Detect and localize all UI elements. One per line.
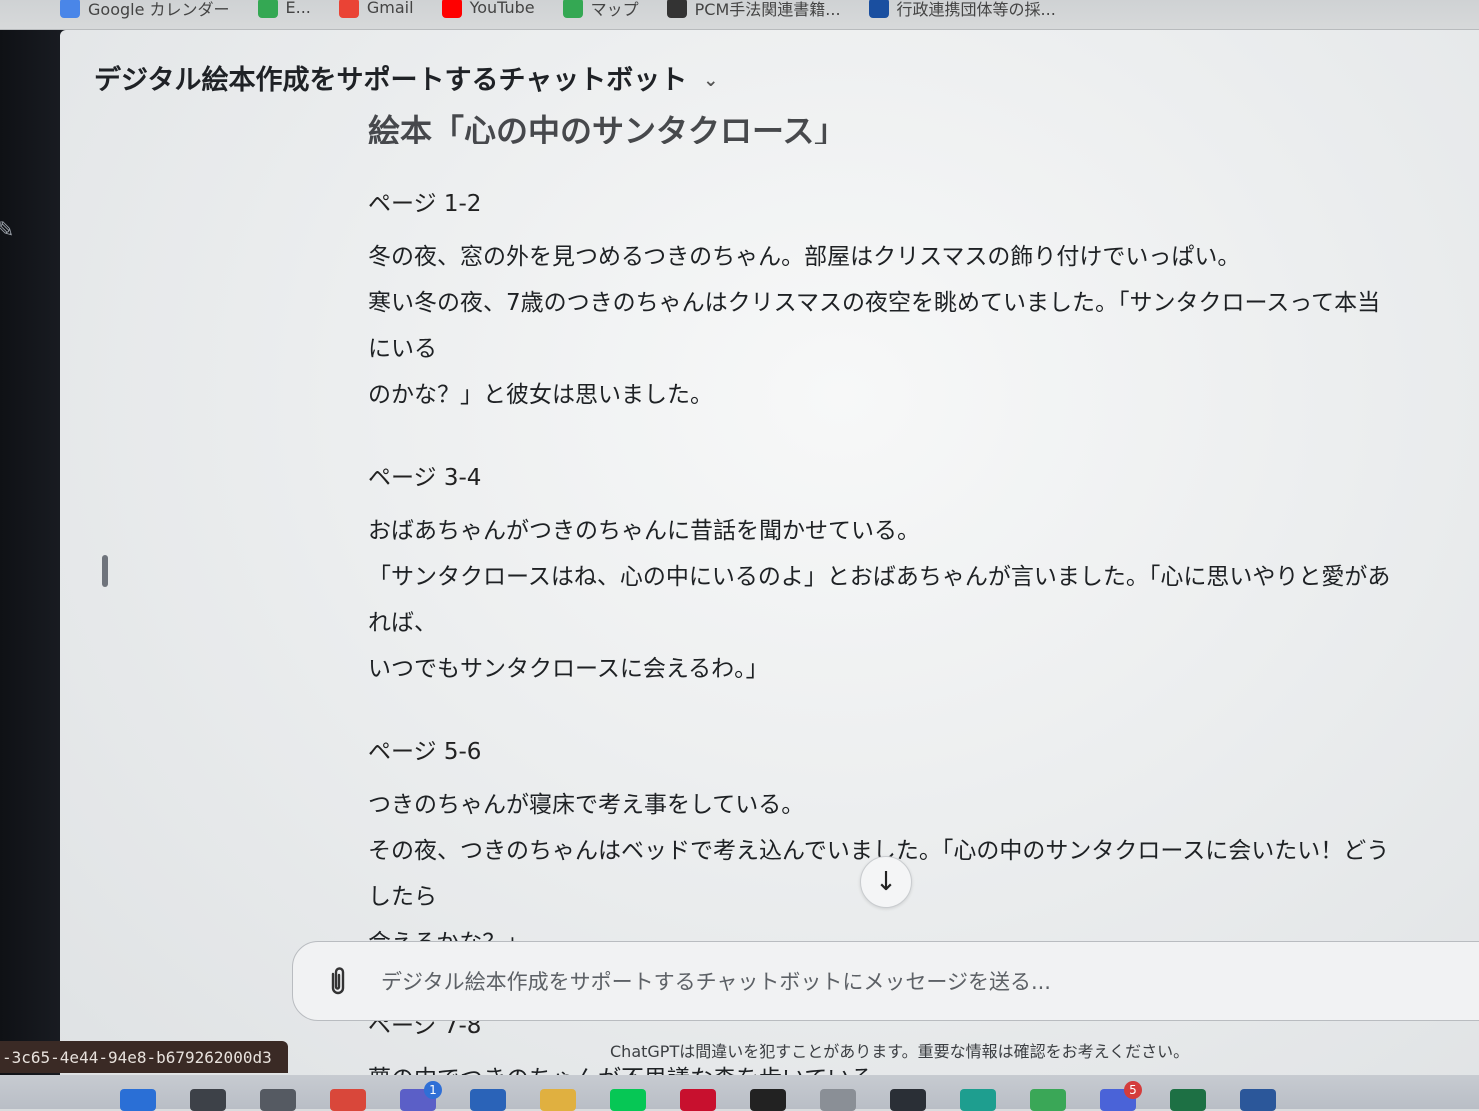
taskbar-search-icon[interactable] bbox=[190, 1089, 226, 1111]
scroll-to-bottom-button[interactable]: ↓ bbox=[860, 856, 912, 908]
bookmark-item[interactable]: Gmail bbox=[338, 0, 414, 18]
bookmark-favicon-icon bbox=[338, 0, 359, 18]
taskbar-store-icon[interactable] bbox=[470, 1089, 506, 1111]
page-line: つきのちゃんが寝床で考え事をしている。 bbox=[368, 792, 805, 818]
bookmarks-bar: Google カレンダー E... Gmail YouTube マップ PCM手法関連書籍… bbox=[0, 0, 1479, 30]
page-line: おばあちゃんがつきのちゃんに昔話を聞かせている。 bbox=[368, 518, 920, 544]
arrow-down-icon: ↓ bbox=[875, 867, 897, 897]
sidebar-resize-handle[interactable] bbox=[102, 555, 108, 587]
bookmark-item[interactable]: E... bbox=[257, 0, 311, 18]
taskbar-edge-icon[interactable] bbox=[960, 1089, 996, 1111]
chatbot-title-menu[interactable]: デジタル絵本作成をサポートするチャットボット ⌄ bbox=[94, 58, 718, 97]
taskbar-amazon-icon[interactable] bbox=[750, 1089, 786, 1111]
taskbar-teams-icon[interactable]: 1 bbox=[400, 1081, 442, 1111]
taskbar-messenger-icon[interactable]: 5 bbox=[1100, 1081, 1142, 1111]
page-title: デジタル絵本作成をサポートするチャットボット bbox=[94, 65, 688, 96]
page-label: ページ 5-6 bbox=[368, 739, 482, 765]
bookmark-favicon-icon bbox=[441, 0, 462, 18]
taskbar-explorer-icon[interactable] bbox=[540, 1089, 576, 1111]
bookmark-label: Gmail bbox=[366, 0, 414, 17]
taskbar-app-generic-icon[interactable] bbox=[820, 1089, 856, 1111]
page-line: 寒い冬の夜、7歳のつきのちゃんはクリスマスの夜空を眺めていました。「サンタクロー… bbox=[368, 290, 1381, 362]
story-title: 絵本「心の中のサンタクロース」 bbox=[368, 112, 847, 144]
bookmark-item[interactable]: PCM手法関連書籍... bbox=[666, 0, 841, 20]
disclaimer-text: ChatGPTは間違いを犯すことがあります。重要な情報は確認をお考えください。 bbox=[610, 1042, 1190, 1061]
paperclip-svg bbox=[331, 967, 345, 995]
bookmark-item[interactable]: マップ bbox=[562, 0, 639, 20]
taskbar-yahoo-icon[interactable] bbox=[680, 1089, 716, 1111]
bookmark-favicon-icon bbox=[562, 0, 583, 18]
page-label: ページ 3-4 bbox=[368, 465, 482, 491]
bookmark-item[interactable]: 行政連携団体等の採... bbox=[868, 0, 1056, 20]
bookmark-favicon-icon bbox=[666, 0, 687, 18]
message-composer: ↑ bbox=[292, 941, 1479, 1021]
bookmark-item[interactable]: Google カレンダー bbox=[60, 0, 230, 20]
taskbar-start-icon[interactable] bbox=[120, 1089, 156, 1111]
notification-badge: 1 bbox=[424, 1081, 442, 1099]
bookmark-label: マップ bbox=[590, 0, 639, 19]
taskbar-task-view-icon[interactable] bbox=[260, 1089, 296, 1111]
page-line: のかな？」と彼女は思いました。 bbox=[368, 382, 713, 408]
taskbar-chrome-icon[interactable] bbox=[330, 1089, 366, 1111]
page-line: 冬の夜、窓の外を見つめるつきのちゃん。部屋はクリスマスの飾り付けでいっぱい。 bbox=[368, 244, 1241, 270]
bookmark-favicon-icon bbox=[257, 0, 278, 18]
taskbar-word-icon[interactable] bbox=[1240, 1089, 1276, 1111]
page-line: いつでもサンタクロースに会えるわ。」 bbox=[368, 656, 769, 682]
bookmark-favicon-icon bbox=[868, 0, 889, 18]
notification-badge: 5 bbox=[1124, 1081, 1142, 1099]
bookmark-label: PCM手法関連書籍... bbox=[694, 0, 841, 19]
bookmark-label: 行政連携団体等の採... bbox=[896, 0, 1056, 19]
page-line: 「サンタクロースはね、心の中にいるのよ」とおばあちゃんが言いました。「心に思いや… bbox=[368, 564, 1391, 636]
status-url: -3c65-4e44-94e8-b679262000d3 bbox=[0, 1041, 288, 1073]
taskbar-chrome-2-icon[interactable] bbox=[1030, 1089, 1066, 1111]
bookmark-label: YouTube bbox=[469, 0, 535, 17]
new-chat-icon[interactable]: ✎ bbox=[0, 218, 14, 243]
bookmark-label: E... bbox=[285, 0, 311, 17]
page-text: おばあちゃんがつきのちゃんに昔話を聞かせている。「サンタクロースはね、心の中にい… bbox=[368, 508, 1398, 692]
taskbar-excel-icon[interactable] bbox=[1170, 1089, 1206, 1111]
message-input[interactable] bbox=[379, 960, 1343, 1004]
taskbar: 15 bbox=[0, 1075, 1479, 1111]
chevron-down-icon: ⌄ bbox=[703, 70, 719, 91]
chat-main: デジタル絵本作成をサポートするチャットボット ⌄ 絵本「心の中のサンタクロース」… bbox=[60, 30, 1479, 1092]
taskbar-line-icon[interactable] bbox=[610, 1089, 646, 1111]
taskbar-dell-icon[interactable] bbox=[890, 1089, 926, 1111]
bookmark-favicon-icon bbox=[60, 0, 80, 18]
bookmark-item[interactable]: YouTube bbox=[441, 0, 535, 18]
page-text: 冬の夜、窓の外を見つめるつきのちゃん。部屋はクリスマスの飾り付けでいっぱい。寒い… bbox=[368, 234, 1398, 418]
page-label: ページ 1-2 bbox=[368, 191, 482, 217]
paperclip-icon[interactable] bbox=[325, 964, 351, 1004]
bookmark-label: Google カレンダー bbox=[88, 0, 230, 19]
